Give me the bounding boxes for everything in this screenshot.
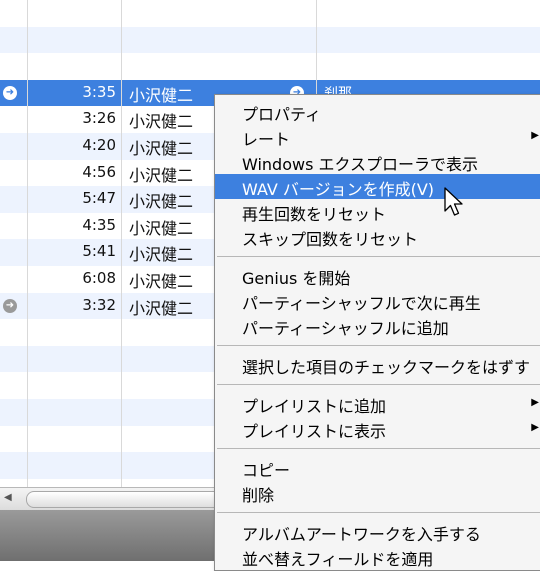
track-artist: 小沢健二 [129,218,194,238]
track-artist: 小沢健二 [129,298,194,318]
menu-item-label: プレイリストに追加 [242,397,387,416]
track-time: 6:08 [82,269,116,287]
menu-item[interactable]: Windows エクスプローラで表示 [215,149,540,174]
menu-item-label: Genius を開始 [242,269,351,288]
menu-item[interactable]: 削除 [215,480,540,505]
track-time: 3:26 [82,109,116,128]
menu-item[interactable]: プレイリストに追加 ▶ [215,391,540,416]
empty-row [0,53,540,80]
menu-item-label: パーティーシャッフルで次に再生 [242,294,481,313]
menu-separator [217,447,540,449]
menu-item-label: パーティーシャッフルに追加 [242,319,449,338]
menu-item[interactable]: プロパティ [215,99,540,124]
track-time: 3:32 [82,295,116,314]
submenu-arrow-icon: ▶ [531,397,539,408]
track-artist: 小沢健二 [129,245,194,265]
track-time: 5:47 [82,189,116,208]
menu-item[interactable]: コピー [215,455,540,480]
menu-item-label: アルバムアートワークを入手する [242,525,481,544]
menu-item[interactable]: パーティーシャッフルに追加 [215,313,540,338]
menu-item[interactable]: 選択した項目のチェックマークをはずす [215,352,540,377]
menu-item-label: WAV バージョンを作成(V) [242,180,435,199]
track-time: 3:35 [82,82,116,101]
submenu-arrow-icon: ▶ [531,422,539,433]
track-artist: 小沢健二 [129,165,194,185]
menu-item-label: プレイリストに表示 [242,422,387,441]
mouse-pointer-icon [444,187,463,216]
empty-row [0,26,540,54]
go-arrow-icon[interactable]: ➜ [3,298,17,313]
menu-item-label: Windows エクスプローラで表示 [242,155,479,174]
context-menu: プロパティレート ▶ Windows エクスプローラで表示 WAV バージョンを作成(… [214,94,540,571]
menu-item-label: 選択した項目のチェックマークをはずす [242,358,531,377]
menu-item-label: 再生回数をリセット [242,205,387,224]
track-time: 4:56 [82,162,116,181]
scroll-left-icon[interactable]: ◀ [4,492,12,503]
go-arrow-icon[interactable]: ➜ [3,85,17,100]
column-divider[interactable] [121,0,122,487]
column-divider[interactable] [27,0,28,487]
menu-item[interactable]: 並べ替えフィールドを適用 [215,544,540,569]
menu-item[interactable]: アルバムアートワークを入手する [215,519,540,544]
track-artist: 小沢健二 [129,272,194,291]
menu-item[interactable]: 再生回数をリセット [215,199,540,224]
track-artist: 小沢健二 [129,112,194,132]
menu-item-label: プロパティ [242,105,322,124]
menu-item-label: コピー [242,461,291,480]
menu-separator [217,255,540,257]
menu-item-label: スキップ回数をリセット [242,230,419,249]
menu-item[interactable]: Genius を開始 [215,263,540,288]
menu-item[interactable]: スキップ回数をリセット [215,224,540,249]
menu-separator [217,344,540,346]
empty-row [0,0,540,27]
track-time: 5:41 [82,242,116,261]
menu-item[interactable]: プレイリストに表示 ▶ [215,416,540,441]
menu-item[interactable]: WAV バージョンを作成(V) [215,174,540,199]
menu-separator [217,511,540,513]
menu-separator [217,383,540,385]
menu-item-label: 並べ替えフィールドを適用 [242,550,434,569]
menu-item[interactable]: レート ▶ [215,124,540,149]
menu-item-label: 削除 [242,486,275,505]
submenu-arrow-icon: ▶ [531,130,539,141]
track-time: 4:35 [82,215,116,234]
menu-item-label: レート [242,130,291,149]
track-artist: 小沢健二 [129,85,194,105]
track-time: 4:20 [82,136,116,154]
menu-item[interactable]: パーティーシャッフルで次に再生 [215,288,540,313]
track-artist: 小沢健二 [129,192,194,212]
track-artist: 小沢健二 [129,139,194,158]
